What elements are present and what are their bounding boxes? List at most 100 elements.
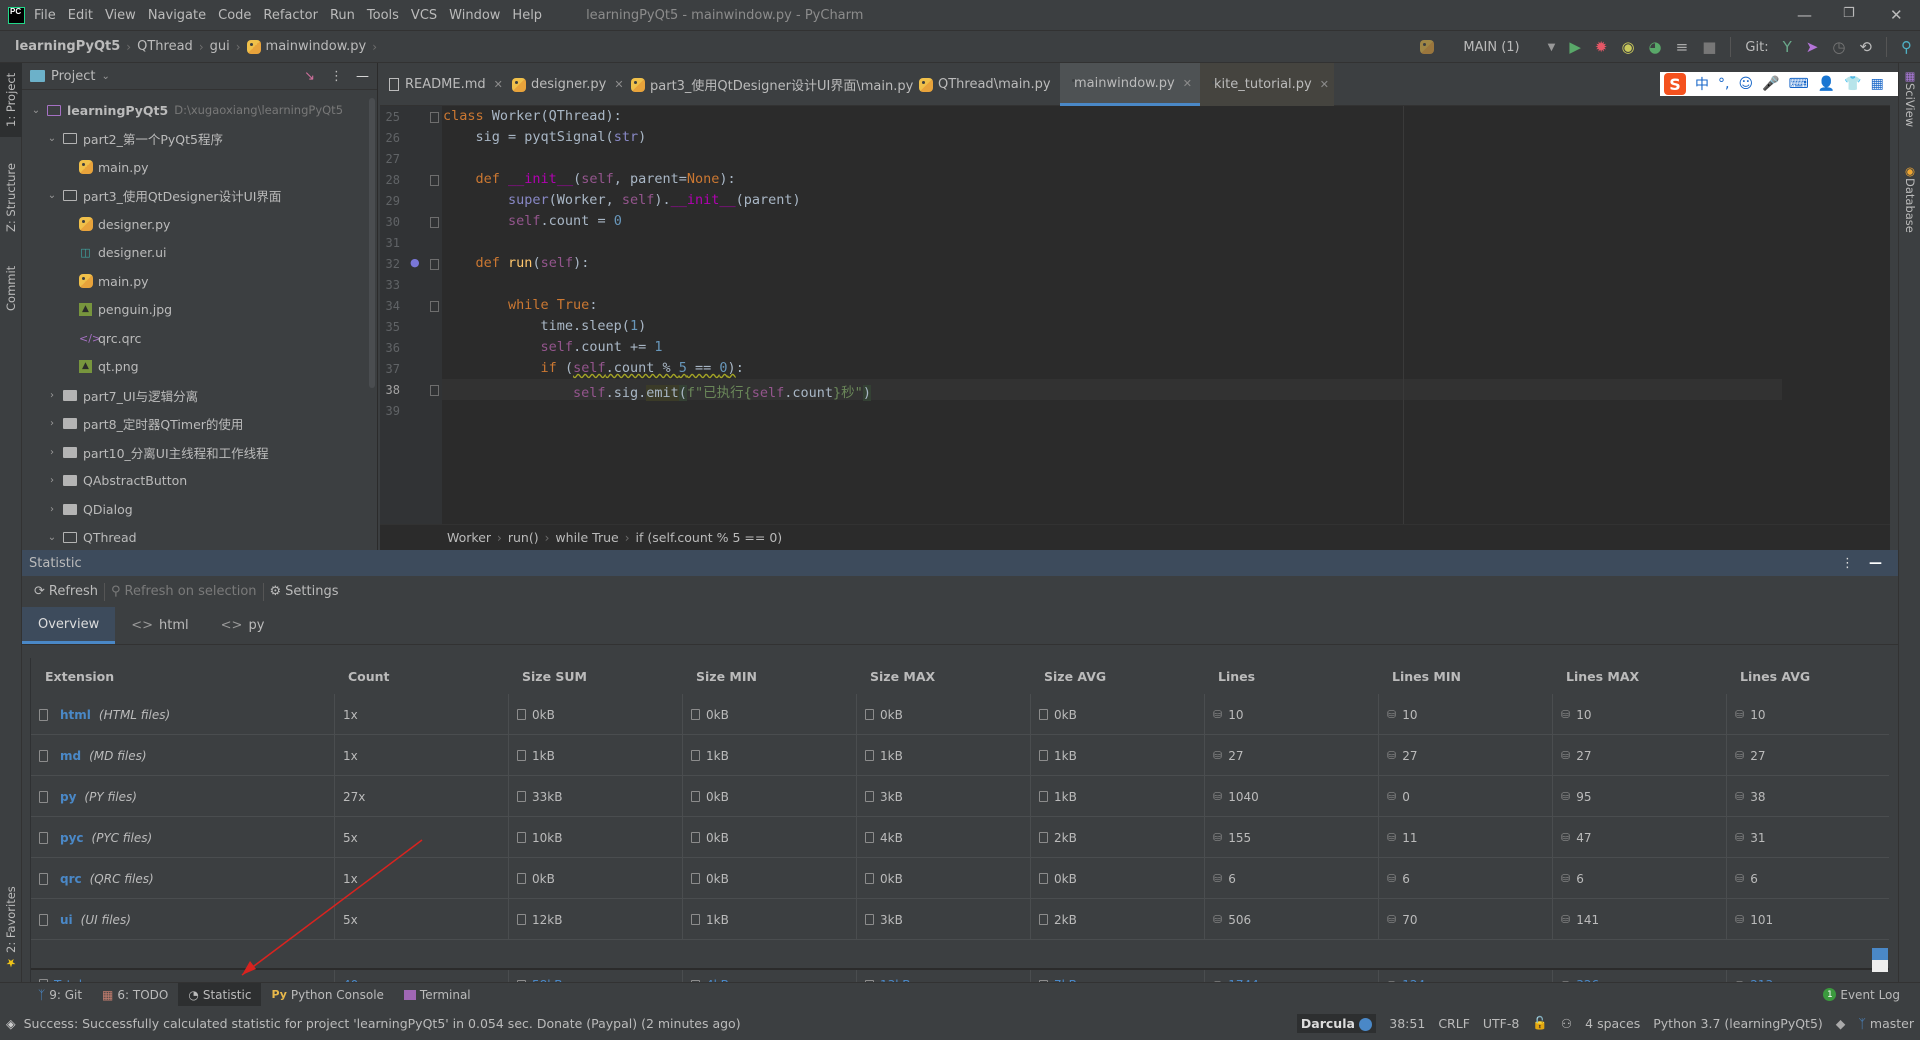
tree-scrollbar[interactable] bbox=[369, 98, 375, 388]
menu-navigate[interactable]: Navigate bbox=[148, 8, 206, 23]
editor-scrollbar[interactable] bbox=[1887, 106, 1890, 524]
python-interpreter[interactable]: Python 3.7 (learningPyQt5) bbox=[1653, 1016, 1823, 1031]
menu-help[interactable]: Help bbox=[512, 8, 542, 23]
run-config-select[interactable]: MAIN (1) bbox=[1463, 40, 1519, 55]
tree-item[interactable]: ◫ designer.ui bbox=[62, 240, 166, 266]
collapse-all-icon[interactable]: ↘ bbox=[304, 69, 315, 84]
fold-icon[interactable] bbox=[430, 259, 439, 270]
bc-if[interactable]: if (self.count % 5 == 0) bbox=[636, 530, 783, 545]
bc-run[interactable]: run() bbox=[508, 530, 539, 545]
tool-tab-favorites[interactable]: ★ 2: Favorites bbox=[0, 883, 22, 973]
tool-tab-sciview[interactable]: ▦ SciView bbox=[1899, 63, 1920, 133]
status-message[interactable]: Success: Successfully calculated statist… bbox=[24, 1016, 741, 1031]
code-editor[interactable]: 25 26 27 28 29 30 31 32 33 34 35 36 37 38 39 class Wor… bbox=[380, 106, 1890, 524]
caret-position[interactable]: 38:51 bbox=[1389, 1016, 1425, 1031]
line-separator[interactable]: CRLF bbox=[1438, 1016, 1470, 1031]
table-scrollbar[interactable] bbox=[1872, 948, 1888, 972]
tree-item[interactable]: ⌄ part2_第一个PyQt5程序 bbox=[46, 126, 223, 152]
close-tab-icon[interactable]: ✕ bbox=[1183, 77, 1192, 90]
tree-item[interactable]: › part10_分离UI主线程和工作线程 bbox=[46, 439, 269, 465]
tab-designer-py[interactable]: designer.py ✕ bbox=[503, 63, 633, 106]
tree-item[interactable]: › part7_UI与逻辑分离 bbox=[46, 382, 198, 408]
tree-item[interactable]: main.py bbox=[62, 154, 149, 180]
tree-item[interactable]: ⌄ QThread bbox=[46, 525, 137, 551]
tree-item[interactable]: ⌄ part3_使用QtDesigner设计UI界面 bbox=[46, 183, 282, 209]
tab-overview[interactable]: Overview bbox=[22, 607, 116, 644]
refresh-on-selection-button[interactable]: ⚲ Refresh on selection bbox=[105, 584, 263, 599]
tree-item[interactable]: ⌄ learningPyQt5 D:\xugaoxiang\learningPyQt… bbox=[30, 97, 343, 123]
ime-user-icon[interactable]: 👤 bbox=[1818, 76, 1835, 92]
project-view-select[interactable]: Project bbox=[51, 69, 95, 84]
profile-icon[interactable]: ◕ bbox=[1649, 38, 1662, 56]
menu-tools[interactable]: Tools bbox=[367, 8, 399, 23]
ime-emoji-icon[interactable]: ☺ bbox=[1738, 76, 1753, 92]
git-push-icon[interactable]: ➤ bbox=[1806, 38, 1819, 56]
settings-button[interactable]: ⚙ Settings bbox=[264, 584, 345, 599]
tab-html[interactable]: <> html bbox=[115, 607, 204, 644]
column-header[interactable]: Lines MIN bbox=[1392, 658, 1461, 694]
more-options-icon[interactable]: ⋮ bbox=[330, 69, 343, 84]
menu-run[interactable]: Run bbox=[330, 8, 355, 23]
bottom-tab-terminal[interactable]: Terminal bbox=[394, 983, 481, 1007]
ime-voice-icon[interactable]: 🎤 bbox=[1762, 76, 1779, 92]
tree-item[interactable]: › QDialog bbox=[46, 496, 133, 522]
menu-view[interactable]: View bbox=[105, 8, 136, 23]
chevron-down-icon[interactable]: ⌄ bbox=[46, 133, 58, 144]
tab-kite-tutorial-py[interactable]: kite_tutorial.py ✕ bbox=[1200, 63, 1334, 106]
tab-mainwindow-py[interactable]: mainwindow.py ✕ bbox=[1060, 63, 1200, 106]
debug-icon[interactable]: ✹ bbox=[1595, 38, 1608, 56]
indent-setting[interactable]: 4 spaces bbox=[1585, 1016, 1640, 1031]
table-row[interactable]: py (PY files) 27x 33kB 0kB 3kB 1kB ⛁ 1040 ⛁ 0 ⛁ 95 ⛁ 3… bbox=[31, 776, 1889, 817]
tree-item[interactable]: ▲ penguin.jpg bbox=[62, 297, 172, 323]
bc-while[interactable]: while True bbox=[555, 530, 618, 545]
refresh-button[interactable]: ⟳ Refresh bbox=[28, 584, 104, 599]
event-log-button[interactable]: 1 Event Log bbox=[1813, 983, 1910, 1007]
extension-link[interactable]: md bbox=[60, 749, 81, 763]
breadcrumb-gui[interactable]: gui bbox=[210, 39, 230, 54]
tree-item[interactable]: designer.py bbox=[62, 211, 170, 237]
chevron-right-icon[interactable]: › bbox=[46, 418, 58, 429]
ime-skin-icon[interactable]: 👕 bbox=[1844, 76, 1861, 92]
rollback-icon[interactable]: ⟲ bbox=[1859, 38, 1872, 56]
minimize-button[interactable]: — bbox=[1797, 6, 1812, 24]
tool-tab-structure[interactable]: Z: Structure bbox=[0, 153, 22, 243]
table-row[interactable]: html (HTML files) 1x 0kB 0kB 0kB 0kB ⛁ 10 ⛁ 10 ⛁ 10 ⛁… bbox=[31, 694, 1889, 735]
extension-link[interactable]: html bbox=[60, 708, 91, 722]
extension-link[interactable]: qrc bbox=[60, 872, 82, 886]
tool-tab-commit[interactable]: Commit bbox=[0, 253, 22, 323]
ime-toolbox-icon[interactable]: ▦ bbox=[1871, 76, 1884, 92]
breadcrumb-file[interactable]: mainwindow.py bbox=[266, 39, 367, 54]
chevron-down-icon[interactable]: ⌄ bbox=[101, 71, 109, 82]
chevron-down-icon[interactable]: ⌄ bbox=[30, 105, 42, 116]
column-header[interactable]: Extension bbox=[45, 658, 114, 694]
menu-vcs[interactable]: VCS bbox=[411, 8, 437, 23]
menu-code[interactable]: Code bbox=[218, 8, 251, 23]
tab-qthread-main-py[interactable]: QThread\main.py✕ bbox=[910, 63, 1077, 106]
breadcrumb-project[interactable]: learningPyQt5 bbox=[15, 39, 120, 54]
bottom-tab-python-console[interactable]: Py Python Console bbox=[261, 983, 393, 1007]
extension-link[interactable]: py bbox=[60, 790, 76, 804]
column-header[interactable]: Lines AVG bbox=[1740, 658, 1810, 694]
more-options-icon[interactable]: ⋮ bbox=[1841, 556, 1854, 571]
column-header[interactable]: Lines MAX bbox=[1566, 658, 1639, 694]
bottom-tab-todo[interactable]: ▦ 6: TODO bbox=[92, 983, 178, 1007]
fold-icon[interactable] bbox=[430, 301, 439, 312]
fold-icon[interactable] bbox=[430, 217, 439, 228]
file-encoding[interactable]: UTF-8 bbox=[1483, 1016, 1519, 1031]
run-with-coverage-icon[interactable]: ◉ bbox=[1621, 38, 1634, 56]
chevron-right-icon[interactable]: › bbox=[46, 447, 58, 458]
restore-button[interactable]: ❐ bbox=[1843, 6, 1855, 21]
override-method-icon[interactable]: ● bbox=[410, 256, 420, 269]
git-update-icon[interactable]: Y bbox=[1783, 38, 1792, 56]
column-header[interactable]: Size SUM bbox=[522, 658, 587, 694]
search-icon[interactable]: ⚲ bbox=[1901, 38, 1912, 56]
stop-icon[interactable]: ■ bbox=[1702, 38, 1716, 56]
bottom-tab-statistic[interactable]: ◔ Statistic bbox=[178, 982, 262, 1007]
fold-icon[interactable] bbox=[430, 385, 439, 396]
bottom-tab-git[interactable]: ᛉ 9: Git bbox=[28, 983, 92, 1007]
column-header[interactable]: Size AVG bbox=[1044, 658, 1106, 694]
tree-item[interactable]: </> qrc.qrc bbox=[62, 325, 141, 351]
git-history-icon[interactable]: ◷ bbox=[1832, 38, 1845, 56]
ime-keyboard-icon[interactable]: ⌨ bbox=[1789, 76, 1809, 92]
close-button[interactable]: ✕ bbox=[1890, 6, 1903, 24]
